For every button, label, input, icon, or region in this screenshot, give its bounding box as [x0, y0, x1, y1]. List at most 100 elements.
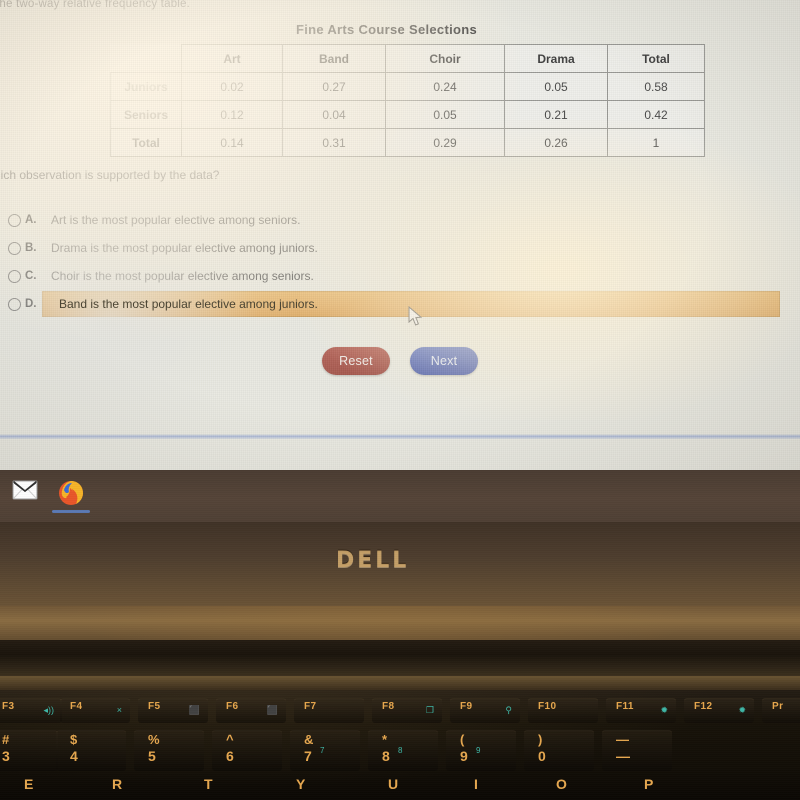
next-button[interactable]: Next	[410, 347, 478, 375]
keycap	[56, 730, 126, 771]
key-letter-p[interactable]: P	[644, 776, 653, 792]
table-corner-cell	[111, 45, 182, 73]
key-f7[interactable]: F7	[294, 698, 364, 724]
key-secondary-icon: ⚲	[505, 705, 512, 715]
key-symbol: ^	[226, 732, 234, 747]
firefox-icon[interactable]	[58, 480, 84, 506]
key-label: F6	[226, 701, 239, 712]
mail-envelope-icon[interactable]	[12, 480, 38, 500]
radio-button-d[interactable]	[8, 297, 21, 311]
key-letter-r[interactable]: R	[112, 776, 122, 792]
key-f4[interactable]: F4 ×	[60, 698, 130, 724]
table-row: Juniors 0.02 0.27 0.24 0.05 0.58	[110, 72, 705, 101]
keycap	[212, 730, 282, 771]
key-symbol: *	[382, 732, 388, 747]
row-header-juniors: Juniors	[110, 72, 182, 101]
key-number-9[interactable]: (9 9	[446, 730, 516, 772]
radio-button-c[interactable]	[8, 269, 21, 283]
key-secondary-icon: ⬛	[188, 705, 200, 715]
option-text-b: Drama is the most popular elective among…	[51, 241, 318, 255]
key-f5[interactable]: F5 ⬛	[138, 698, 208, 724]
option-text-c: Choir is the most popular elective among…	[51, 269, 314, 283]
answer-option-d[interactable]: D. Band is the most popular elective amo…	[0, 290, 800, 318]
dell-brand-logo: DELL	[336, 548, 410, 573]
cell-total-choir: 0.29	[385, 128, 505, 157]
key-letter-y[interactable]: Y	[296, 776, 305, 792]
key-number-4[interactable]: $4	[56, 730, 126, 772]
key-number-6[interactable]: ^ 6	[212, 730, 282, 772]
answer-option-c[interactable]: C. Choir is the most popular elective am…	[0, 262, 800, 290]
instruction-text: the two-way relative frequency table.	[0, 0, 191, 10]
key-secondary-icon: ✹	[738, 705, 746, 715]
radio-button-a[interactable]	[8, 213, 21, 227]
option-letter-c: C.	[25, 270, 37, 282]
key-label: F8	[382, 701, 395, 712]
option-text-a: Art is the most popular elective among s…	[51, 213, 301, 227]
key-number-—[interactable]: — —	[602, 730, 672, 772]
key-letter-t[interactable]: T	[204, 776, 213, 792]
key-f10[interactable]: F10	[528, 698, 598, 724]
key-number: 7	[304, 748, 312, 764]
key-symbol: &	[304, 732, 314, 747]
key-number-7[interactable]: & 7 7	[290, 730, 360, 772]
reset-button[interactable]: Reset	[322, 347, 390, 375]
key-number-0[interactable]: ) 0	[524, 730, 594, 772]
key-label: F11	[616, 701, 634, 712]
key-alt-label: 7	[320, 746, 325, 755]
answer-option-a[interactable]: A. Art is the most popular elective amon…	[0, 206, 800, 234]
key-f8[interactable]: F8 ❐	[372, 698, 442, 724]
laptop-screen: the two-way relative frequency table. Fi…	[0, 0, 800, 470]
key-number-3[interactable]: #3	[0, 730, 58, 772]
key-label: F9	[460, 701, 473, 712]
column-header-drama: Drama	[504, 44, 608, 73]
key-label: F5	[148, 701, 161, 712]
key-number: 5	[148, 748, 156, 764]
cell-juniors-art: 0.02	[181, 72, 283, 101]
mouse-pointer-arrow-icon	[408, 306, 423, 326]
keycap	[446, 730, 516, 771]
key-pr[interactable]: Pr	[762, 698, 800, 724]
keycap	[134, 730, 204, 771]
key-letter-o[interactable]: O	[556, 776, 567, 792]
key-number: 0	[538, 748, 546, 764]
key-f3[interactable]: F3 ◂))	[0, 698, 62, 724]
key-letter-u[interactable]: U	[388, 776, 398, 792]
key-label: Pr	[772, 701, 784, 712]
os-taskbar	[0, 470, 800, 522]
key-alt-label: 8	[398, 746, 403, 755]
cell-juniors-choir: 0.24	[385, 72, 505, 101]
key-letter-e[interactable]: E	[24, 776, 33, 792]
key-number-8[interactable]: * 8 8	[368, 730, 438, 772]
keycap	[368, 730, 438, 771]
key-number-5[interactable]: % 5	[134, 730, 204, 772]
keycap	[602, 730, 672, 771]
key-secondary-icon: ✹	[660, 705, 668, 715]
radio-button-b[interactable]	[8, 241, 21, 255]
web-page-content: the two-way relative frequency table. Fi…	[0, 0, 800, 470]
answer-option-b[interactable]: B. Drama is the most popular elective am…	[0, 234, 800, 262]
keycap	[524, 730, 594, 771]
key-number: 9	[460, 748, 468, 764]
cell-total-total: 1	[607, 128, 705, 157]
key-f6[interactable]: F6 ⬛	[216, 698, 286, 724]
question-text: hich observation is supported by the dat…	[0, 168, 220, 182]
laptop-hinge-highlight	[0, 676, 800, 690]
cell-seniors-total: 0.42	[607, 100, 705, 129]
firefox-active-indicator	[52, 510, 90, 513]
cell-juniors-band: 0.27	[282, 72, 386, 101]
cell-total-drama: 0.26	[504, 128, 608, 157]
column-header-art: Art	[181, 44, 283, 73]
cell-total-band: 0.31	[282, 128, 386, 157]
key-number: 3	[2, 748, 10, 764]
key-f12[interactable]: F12 ✹	[684, 698, 754, 724]
key-symbol: (	[460, 732, 465, 747]
key-f9[interactable]: F9 ⚲	[450, 698, 520, 724]
key-letter-i[interactable]: I	[474, 776, 478, 792]
key-f11[interactable]: F11 ✹	[606, 698, 676, 724]
key-symbol: —	[616, 732, 629, 747]
option-letter-a: A.	[25, 214, 37, 226]
column-header-band: Band	[282, 44, 386, 73]
column-header-total: Total	[607, 44, 705, 73]
cell-seniors-choir: 0.05	[385, 100, 505, 129]
action-buttons: Reset Next	[0, 347, 800, 375]
